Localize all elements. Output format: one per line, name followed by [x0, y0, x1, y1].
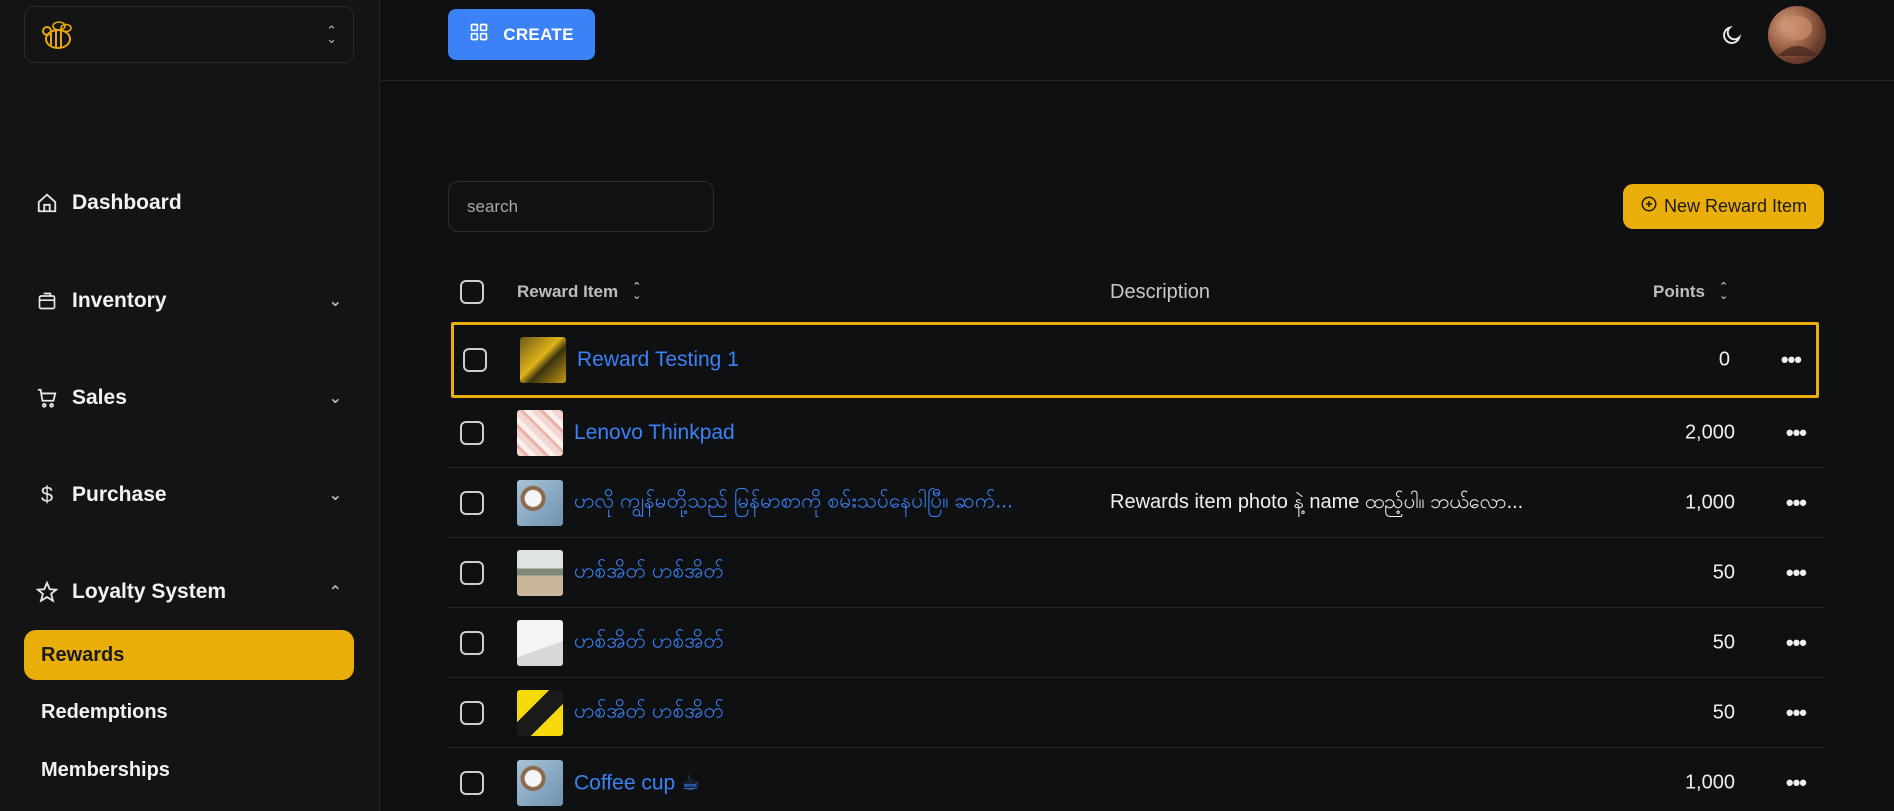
sort-icon: ⌃ ⌄ [1718, 281, 1729, 302]
reward-points: 2,000 [1684, 421, 1735, 443]
chevron-down-icon: ⌄ [328, 293, 342, 310]
sidebar-item-redemptions[interactable]: Redemptions [24, 687, 354, 737]
column-label: Reward Item [517, 282, 619, 301]
more-actions-icon[interactable]: ••• [1786, 630, 1807, 656]
reward-thumbnail [517, 549, 563, 596]
reward-name-link[interactable]: Reward Testing 1 [577, 348, 739, 372]
bee-logo-icon [35, 13, 79, 57]
more-actions-icon[interactable]: ••• [1781, 347, 1802, 373]
cart-icon [34, 385, 60, 411]
column-reward-item[interactable]: Reward Item ⌃ ⌄ [517, 262, 641, 322]
sidebar-item-label: Sales [72, 386, 127, 409]
reward-name-link[interactable]: ဟစ်အိတ် ဟစ်အိတ် [574, 557, 724, 588]
new-reward-item-button[interactable]: New Reward Item [1623, 184, 1824, 229]
reward-name-link[interactable]: ဟစ်အိတ် ဟစ်အိတ် [574, 627, 724, 658]
row-checkbox[interactable] [463, 348, 487, 372]
row-checkbox[interactable] [460, 490, 484, 515]
table-header: Reward Item ⌃ ⌄ Description Points ⌃ ⌄ [448, 262, 1824, 322]
more-actions-icon[interactable]: ••• [1786, 700, 1807, 726]
reward-thumbnail [517, 689, 563, 736]
reward-points: 0 [1718, 348, 1730, 371]
reward-thumbnail [520, 337, 566, 383]
table-row[interactable]: Lenovo Thinkpad 2,000 ••• [448, 398, 1824, 468]
create-button[interactable]: CREATE [448, 9, 595, 60]
rewards-table: Reward Item ⌃ ⌄ Description Points ⌃ ⌄ Rew… [448, 262, 1824, 811]
row-checkbox[interactable] [460, 420, 484, 445]
sidebar-item-label: Loyalty System [72, 580, 227, 603]
plus-circle-icon [1640, 195, 1658, 218]
topbar: CREATE [381, 0, 1894, 81]
reward-thumbnail [517, 409, 563, 456]
sidebar-item-label: Purchase [72, 483, 167, 506]
table-row[interactable]: ဟစ်အိတ် ဟစ်အိတ် 50 ••• [448, 608, 1824, 678]
table-row[interactable]: ဟစ်အိတ် ဟစ်အိတ် 50 ••• [448, 538, 1824, 608]
table-row[interactable]: ဟစ်အိတ် ဟစ်အိတ် 50 ••• [448, 678, 1824, 748]
box-icon [34, 288, 60, 314]
chevron-up-icon: ⌃ [328, 584, 342, 601]
chevron-down-icon: ⌄ [328, 390, 342, 407]
search-input[interactable] [448, 181, 714, 232]
new-reward-label: New Reward Item [1663, 196, 1808, 216]
home-icon [34, 190, 60, 216]
table-row[interactable]: ဟလို ကျွန်မတို့သည် မြန်မာစာကို စမ်းသပ်နေ… [448, 468, 1824, 538]
reward-thumbnail [517, 479, 563, 526]
sidebar-item-inventory[interactable]: Inventory ⌄ [24, 276, 354, 326]
reward-description: Rewards item photo နဲ့ name ထည့်ပါ။ ဘယ်လ… [1110, 490, 1524, 513]
column-points[interactable]: Points ⌃ ⌄ [1653, 262, 1728, 322]
reward-name-link[interactable]: Coffee cup ☕ [574, 770, 700, 795]
reward-name-link[interactable]: ဟလို ကျွန်မတို့သည် မြန်မာစာကို စမ်းသပ်နေ… [574, 487, 1013, 518]
row-checkbox[interactable] [460, 560, 484, 585]
reward-points: 1,000 [1684, 491, 1735, 513]
sidebar: ⌃ ⌄ Dashboard Inventory ⌄ Sales ⌄ $ Purch… [0, 0, 380, 811]
reward-points: 1,000 [1684, 771, 1735, 793]
sidebar-item-rewards[interactable]: Rewards [24, 630, 354, 680]
sidebar-item-loyalty-system[interactable]: Loyalty System ⌃ [24, 567, 354, 617]
more-actions-icon[interactable]: ••• [1786, 770, 1807, 796]
sidebar-item-purchase[interactable]: $ Purchase ⌄ [24, 470, 354, 520]
reward-points: 50 [1712, 701, 1735, 723]
moon-icon[interactable] [1717, 20, 1747, 50]
sidebar-item-dashboard[interactable]: Dashboard [24, 178, 354, 228]
grid-icon [469, 22, 489, 47]
select-all-checkbox[interactable] [460, 280, 484, 304]
sidebar-item-label: Dashboard [72, 191, 182, 214]
sidebar-item-label: Inventory [72, 289, 167, 312]
row-checkbox[interactable] [460, 770, 484, 795]
more-actions-icon[interactable]: ••• [1786, 490, 1807, 516]
chevron-up-down-icon: ⌃ ⌄ [326, 22, 337, 46]
more-actions-icon[interactable]: ••• [1786, 560, 1807, 586]
star-icon [34, 579, 60, 605]
sidebar-item-memberships[interactable]: Memberships [24, 745, 354, 795]
sidebar-item-sales[interactable]: Sales ⌄ [24, 373, 354, 423]
create-label: CREATE [503, 24, 574, 44]
chevron-down-icon: ⌄ [328, 487, 342, 504]
sort-icon: ⌃ ⌄ [632, 281, 642, 302]
table-row[interactable]: Reward Testing 1 0 ••• [451, 322, 1819, 398]
dollar-icon: $ [40, 482, 54, 507]
column-description: Description [1110, 280, 1211, 303]
reward-thumbnail [517, 619, 563, 666]
reward-thumbnail [517, 759, 563, 806]
reward-name-link[interactable]: ဟစ်အိတ် ဟစ်အိတ် [574, 697, 724, 728]
row-checkbox[interactable] [460, 700, 484, 725]
row-checkbox[interactable] [460, 630, 484, 655]
reward-points: 50 [1712, 631, 1735, 653]
more-actions-icon[interactable]: ••• [1786, 420, 1807, 446]
column-label: Points [1653, 282, 1705, 301]
organization-switcher[interactable]: ⌃ ⌄ [24, 6, 354, 63]
reward-points: 50 [1712, 561, 1735, 583]
avatar[interactable] [1768, 6, 1826, 64]
table-row[interactable]: Coffee cup ☕ 1,000 ••• [448, 748, 1824, 811]
reward-name-link[interactable]: Lenovo Thinkpad [574, 421, 735, 445]
